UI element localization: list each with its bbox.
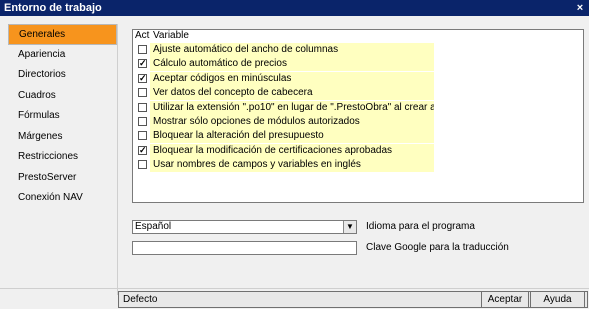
- option-row[interactable]: Ajuste automático del ancho de columnas: [133, 43, 434, 57]
- sidebar-item-directorios[interactable]: Directorios: [8, 65, 117, 86]
- ayuda-button[interactable]: Ayuda: [530, 291, 585, 308]
- option-row[interactable]: Usar nombres de campos y variables en in…: [133, 158, 434, 173]
- language-label: Idioma para el programa: [366, 221, 475, 232]
- sidebar-item-conexi-n-nav[interactable]: Conexión NAV: [8, 188, 117, 209]
- option-label: Bloquear la alteración del presupuesto: [150, 129, 434, 144]
- google-key-label: Clave Google para la traducción: [366, 242, 509, 253]
- sidebar-item-prestoserver[interactable]: PrestoServer: [8, 168, 117, 189]
- option-row[interactable]: Mostrar sólo opciones de módulos autoriz…: [133, 115, 434, 129]
- google-key-input[interactable]: [132, 241, 357, 255]
- window-titlebar: Entorno de trabajo ×: [0, 0, 589, 16]
- bottom-divider: [0, 288, 589, 289]
- language-select[interactable]: Español ▼: [132, 220, 357, 234]
- option-row[interactable]: Ver datos del concepto de cabecera: [133, 86, 434, 101]
- option-label: Utilizar la extensión ".po10" en lugar d…: [150, 100, 434, 115]
- option-label: Usar nombres de campos y variables en in…: [150, 158, 434, 173]
- sidebar: Generales Apariencia Directorios Cuadros Fór…: [8, 24, 118, 295]
- sidebar-item-generales[interactable]: Generales: [8, 24, 117, 45]
- sidebar-item-apariencia[interactable]: Apariencia: [8, 45, 117, 66]
- option-row[interactable]: ✓ Aceptar códigos en minúsculas: [133, 71, 434, 86]
- option-label: Cálculo automático de precios: [150, 57, 434, 72]
- option-checkbox[interactable]: [138, 45, 147, 54]
- option-label: Mostrar sólo opciones de módulos autoriz…: [150, 115, 434, 129]
- option-row[interactable]: ✓ Cálculo automático de precios: [133, 57, 434, 72]
- options-list[interactable]: Act Variable Ajuste automático del ancho…: [132, 29, 584, 203]
- option-checkbox[interactable]: [138, 117, 147, 126]
- option-label: Ver datos del concepto de cabecera: [150, 86, 434, 101]
- option-checkbox[interactable]: ✓: [138, 59, 147, 69]
- chevron-down-icon[interactable]: ▼: [343, 221, 356, 233]
- sidebar-item-restricciones[interactable]: Restricciones: [8, 147, 117, 168]
- option-checkbox[interactable]: ✓: [138, 145, 147, 155]
- option-row[interactable]: Bloquear la alteración del presupuesto: [133, 129, 434, 144]
- option-label: Bloquear la modificación de certificacio…: [150, 143, 434, 158]
- option-checkbox[interactable]: [138, 160, 147, 170]
- option-checkbox[interactable]: [138, 88, 147, 98]
- sidebar-item-cuadros[interactable]: Cuadros: [8, 86, 117, 107]
- header-act: Act: [135, 30, 150, 41]
- window-title: Entorno de trabajo: [4, 2, 102, 14]
- language-value: Español: [135, 221, 172, 232]
- option-label: Ajuste automático del ancho de columnas: [150, 43, 434, 57]
- option-checkbox[interactable]: [138, 102, 147, 112]
- sidebar-item-f-rmulas[interactable]: Fórmulas: [8, 106, 117, 127]
- option-row[interactable]: ✓ Bloquear la modificación de certificaci…: [133, 143, 434, 158]
- close-icon[interactable]: ×: [574, 2, 586, 14]
- list-header: Act Variable: [133, 30, 583, 42]
- option-label: Aceptar códigos en minúsculas: [150, 71, 434, 86]
- header-variable: Variable: [153, 30, 189, 41]
- option-checkbox[interactable]: [138, 131, 147, 141]
- aceptar-button[interactable]: Aceptar: [481, 291, 529, 308]
- option-checkbox[interactable]: ✓: [138, 73, 147, 83]
- option-row[interactable]: Utilizar la extensión ".po10" en lugar d…: [133, 100, 434, 115]
- sidebar-item-m-rgenes[interactable]: Márgenes: [8, 127, 117, 148]
